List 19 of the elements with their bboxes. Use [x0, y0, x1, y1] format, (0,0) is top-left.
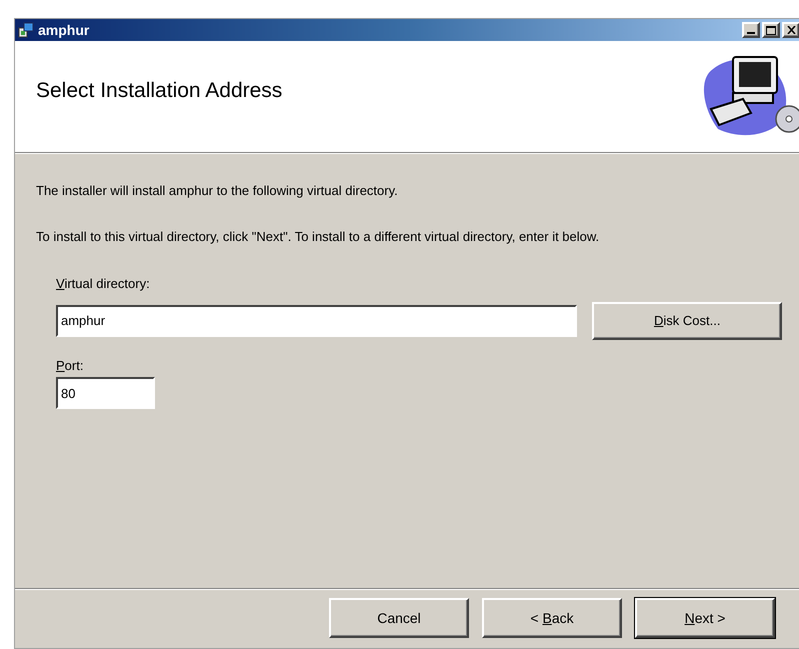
- field-label: Virtual directory:: [56, 275, 150, 293]
- minimize-icon: [747, 32, 755, 34]
- dialog-button[interactable]: Next >: [635, 598, 775, 638]
- field-label: Port:: [56, 356, 84, 374]
- close-icon: [786, 26, 796, 34]
- input-field[interactable]: 80: [56, 377, 155, 409]
- maximize-button[interactable]: [762, 22, 780, 38]
- window-title: amphur: [38, 20, 90, 40]
- dialog-button[interactable]: Cancel: [329, 598, 469, 638]
- instruction-text: To install to this virtual directory, click "Next". To install to a different virtual directory, enter it below.: [36, 228, 600, 246]
- minimize-button[interactable]: [742, 22, 760, 38]
- dialog-button[interactable]: < Back: [482, 598, 622, 638]
- page-heading: Select Installation Address: [36, 78, 282, 104]
- disk-cost-button[interactable]: Disk Cost...: [592, 302, 782, 340]
- close-button[interactable]: [782, 22, 799, 38]
- input-field[interactable]: amphur: [56, 304, 578, 336]
- maximize-icon: [766, 26, 776, 34]
- installer-icon: [18, 22, 34, 38]
- intro-text: The installer will install amphur to the following virtual directory.: [36, 182, 399, 200]
